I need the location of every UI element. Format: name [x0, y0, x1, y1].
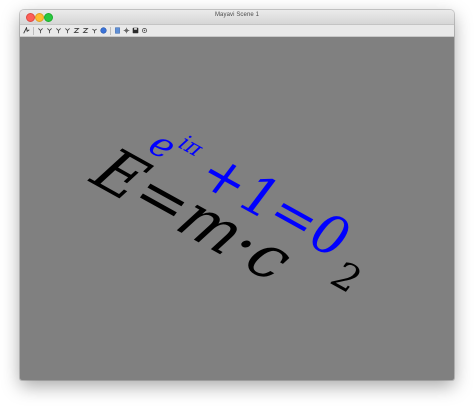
mayavi-window: Mayavi Scene 1 e iπ +1=0 E=m·c 2	[20, 10, 454, 380]
view-x-pos-icon[interactable]	[36, 27, 44, 35]
parallel-projection-icon[interactable]	[99, 27, 107, 35]
isometric-view-icon[interactable]	[90, 27, 98, 35]
render-scene[interactable]: e iπ +1=0 E=m·c 2	[20, 37, 454, 380]
toolbar-separator	[110, 26, 111, 35]
mayavi-logo-icon[interactable]	[22, 27, 30, 35]
view-y-neg-icon[interactable]	[63, 27, 71, 35]
view-z-pos-icon[interactable]	[72, 27, 80, 35]
view-x-neg-icon[interactable]	[45, 27, 53, 35]
view-y-pos-icon[interactable]	[54, 27, 62, 35]
scene-toolbar	[20, 25, 454, 37]
full-screen-icon[interactable]	[122, 27, 130, 35]
window-title: Mayavi Scene 1	[214, 12, 260, 18]
configure-icon[interactable]	[140, 27, 148, 35]
title-bar[interactable]: Mayavi Scene 1	[20, 10, 454, 25]
toolbar-separator	[33, 26, 34, 35]
axes-indicator-icon[interactable]	[113, 27, 121, 35]
save-icon[interactable]	[131, 27, 139, 35]
view-z-neg-icon[interactable]	[81, 27, 89, 35]
scene-canvas: e iπ +1=0 E=m·c 2	[78, 123, 370, 302]
